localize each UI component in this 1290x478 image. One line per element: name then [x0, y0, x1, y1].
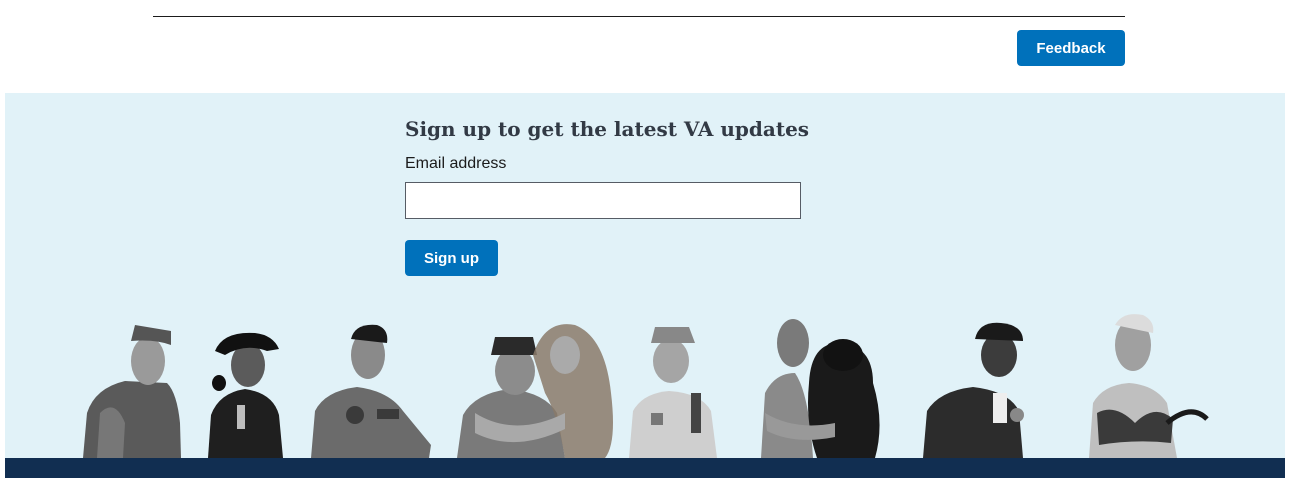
veteran-figure-3	[311, 324, 431, 458]
veteran-figure-1	[83, 325, 181, 458]
page-top-area: Feedback	[5, 0, 1285, 93]
divider	[153, 16, 1125, 17]
signup-heading: Sign up to get the latest VA updates	[405, 117, 810, 141]
footer-bar	[5, 458, 1285, 478]
veteran-figure-4	[457, 324, 613, 458]
veteran-figure-6	[761, 319, 880, 458]
veteran-figure-5	[629, 327, 717, 458]
email-input[interactable]	[405, 182, 801, 219]
signup-button[interactable]: Sign up	[405, 240, 498, 276]
veteran-figure-2	[208, 332, 283, 458]
veteran-figure-7	[923, 322, 1024, 458]
email-signup-section: Sign up to get the latest VA updates Ema…	[5, 93, 1285, 458]
page: Feedback Sign up to get the latest VA up…	[5, 0, 1285, 478]
veteran-figure-8	[1089, 314, 1209, 458]
veterans-illustration	[83, 314, 1209, 458]
email-label: Email address	[405, 155, 507, 172]
feedback-button[interactable]: Feedback	[1017, 30, 1125, 66]
